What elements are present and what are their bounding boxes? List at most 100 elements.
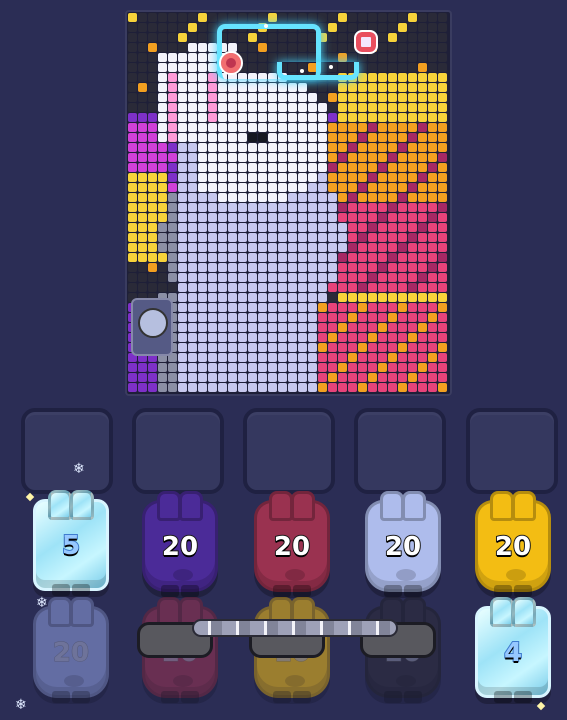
pixel	[378, 303, 387, 312]
pixel	[148, 143, 157, 152]
pixel	[288, 153, 297, 162]
slot-4[interactable]	[354, 408, 446, 494]
pixel	[298, 103, 307, 112]
pixel	[268, 133, 277, 142]
pixel	[228, 243, 237, 252]
pixel	[308, 313, 317, 322]
pixel	[438, 133, 447, 142]
lilac-pig[interactable]: 20	[365, 491, 441, 597]
pixel	[288, 193, 297, 202]
pixel	[198, 203, 207, 212]
pixel	[408, 293, 417, 302]
pixel	[268, 153, 277, 162]
pixel	[218, 233, 227, 242]
pig-leg	[161, 585, 179, 597]
pixel	[148, 183, 157, 192]
pixel	[198, 243, 207, 252]
pixel	[248, 123, 257, 132]
pixel	[188, 213, 197, 222]
pixel	[268, 223, 277, 232]
pixel	[218, 113, 227, 122]
pixel	[178, 73, 187, 82]
pixel	[358, 63, 367, 72]
pixel	[248, 153, 257, 162]
cannon-pig-dock[interactable]	[131, 298, 173, 356]
slot-1[interactable]	[21, 408, 113, 494]
pixel	[188, 243, 197, 252]
pixel	[338, 83, 347, 92]
pixel	[308, 283, 317, 292]
pixel	[418, 143, 427, 152]
pixel	[188, 183, 197, 192]
pixel	[398, 273, 407, 282]
pixel	[308, 383, 317, 392]
pixel	[338, 253, 347, 262]
pixel	[418, 243, 427, 252]
pixel	[338, 143, 347, 152]
ice-block-pig[interactable]: 5	[33, 490, 109, 596]
pixel	[158, 173, 167, 182]
pixel	[308, 233, 317, 242]
pixel	[258, 163, 267, 172]
pixel	[358, 273, 367, 282]
pixel	[368, 303, 377, 312]
pixel	[308, 173, 317, 182]
pixel	[188, 333, 197, 342]
pixel	[428, 193, 437, 202]
pixel	[428, 203, 437, 212]
yellow-pig[interactable]: 20	[475, 491, 551, 597]
red-target-marker	[219, 51, 243, 75]
pixel	[248, 343, 257, 352]
pixel	[288, 123, 297, 132]
pixel	[168, 43, 177, 52]
slot-2[interactable]	[132, 408, 224, 494]
pixel	[438, 23, 447, 32]
pixel	[288, 93, 297, 102]
pixel	[238, 203, 247, 212]
pixel	[368, 63, 377, 72]
pixel	[298, 163, 307, 172]
pixel	[428, 83, 437, 92]
pixel	[158, 203, 167, 212]
pixel	[318, 223, 327, 232]
purple-pig[interactable]: 20	[142, 491, 218, 597]
pixel	[378, 33, 387, 42]
pixel	[238, 253, 247, 262]
pixel	[398, 363, 407, 372]
pixel	[138, 93, 147, 102]
pixel	[358, 283, 367, 292]
ice-block-pig[interactable]: 4	[475, 597, 551, 703]
wine-pig[interactable]: 20	[254, 491, 330, 597]
pixel	[198, 173, 207, 182]
slot-3[interactable]	[243, 408, 335, 494]
pixel	[308, 13, 317, 22]
pixel	[388, 43, 397, 52]
pixel	[328, 353, 337, 362]
pixel	[208, 163, 217, 172]
pixel	[138, 373, 147, 382]
pixel	[188, 53, 197, 62]
pixel	[158, 133, 167, 142]
pixel	[358, 213, 367, 222]
pixel	[308, 243, 317, 252]
pixel	[288, 333, 297, 342]
pixel	[338, 203, 347, 212]
slot-5[interactable]	[466, 408, 558, 494]
pixel	[388, 163, 397, 172]
pixel	[428, 13, 437, 22]
pixel	[148, 43, 157, 52]
lilac-pig-queued[interactable]: 20	[33, 597, 109, 703]
pixel	[238, 303, 247, 312]
pixel	[298, 273, 307, 282]
pig-leg	[494, 691, 512, 703]
pixel	[178, 83, 187, 92]
pig-snout	[64, 675, 84, 687]
pixel	[308, 363, 317, 372]
pixel	[338, 133, 347, 142]
pixel	[148, 383, 157, 392]
pixel	[288, 273, 297, 282]
pixel	[268, 83, 277, 92]
pixel	[438, 273, 447, 282]
pixel	[278, 233, 287, 242]
pixel	[428, 63, 437, 72]
